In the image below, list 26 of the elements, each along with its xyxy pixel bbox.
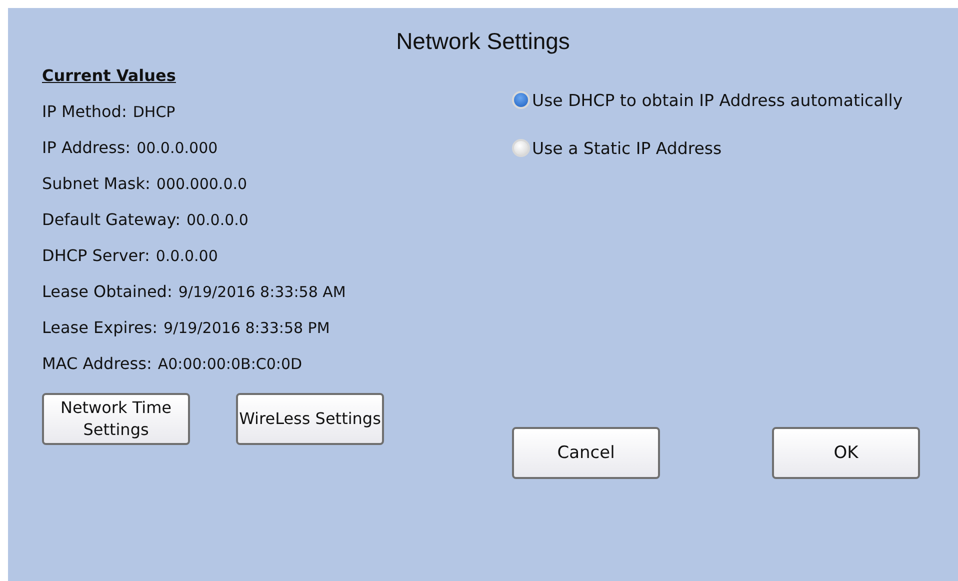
field-label: DHCP Server: bbox=[42, 246, 150, 267]
field-value: 9/19/2016 8:33:58 AM bbox=[178, 282, 346, 303]
settings-button[interactable]: Network Time Settings bbox=[42, 393, 190, 445]
radio-label: Use DHCP to obtain IP Address automatically bbox=[532, 90, 903, 110]
radio-button[interactable] bbox=[512, 91, 530, 109]
dialog-button[interactable]: Cancel bbox=[512, 427, 660, 479]
field-label: IP Method: bbox=[42, 102, 127, 123]
section-heading: Current Values bbox=[42, 66, 177, 87]
radio-button[interactable] bbox=[512, 139, 530, 157]
field-label: MAC Address: bbox=[42, 354, 152, 375]
settings-button[interactable]: WireLess Settings bbox=[236, 393, 384, 445]
field-value: 9/19/2016 8:33:58 PM bbox=[164, 318, 330, 339]
radio-label: Use a Static IP Address bbox=[532, 138, 722, 158]
field-label: Default Gateway: bbox=[42, 210, 180, 231]
field-value: 00.0.0.000 bbox=[136, 138, 218, 159]
field-value: A0:00:00:0B:C0:0D bbox=[158, 354, 302, 375]
field-label: Lease Obtained: bbox=[42, 282, 172, 303]
field-value: DHCP bbox=[132, 102, 176, 123]
field-label: Lease Expires: bbox=[42, 318, 158, 339]
dialog-button[interactable]: OK bbox=[772, 427, 920, 479]
field-label: IP Address: bbox=[42, 138, 131, 159]
dialog-title: Network Settings bbox=[395, 28, 571, 56]
field-value: 0.0.0.00 bbox=[156, 246, 218, 267]
field-value: 00.0.0.0 bbox=[186, 210, 248, 231]
field-label: Subnet Mask: bbox=[42, 174, 150, 195]
field-value: 000.000.0.0 bbox=[156, 174, 248, 195]
